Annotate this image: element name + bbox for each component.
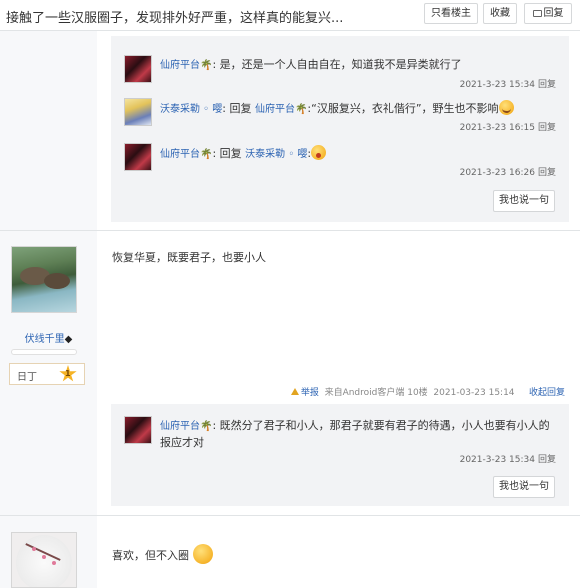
sub-reply-item: 仙府平台🌴: 回复 沃泰采勒 ◦ 嘤: 2021-3-23 16:26 回复 (124, 143, 556, 183)
post-content: 恢复华夏，既要君子，也要小人 (112, 251, 266, 264)
sub-reply-content: 是，还是一个人自由自在，知道我不是异类就行了 (219, 58, 462, 71)
palm-badge-icon: 🌴 (200, 60, 213, 71)
thread-page: 接触了一些汉服圈子，发现排外好严重，这样真的能复兴... 只看楼主 收藏 回复 … (0, 0, 580, 588)
sub-reply-text: 沃泰采勒 ◦ 嘤: 回复 仙府平台🌴:“汉服复兴，衣礼偕行”，野生也不影响 (160, 100, 556, 118)
palm-badge-icon: 🌴 (294, 104, 308, 115)
reply-button[interactable]: 回复 (524, 3, 572, 24)
avatar[interactable] (11, 532, 77, 588)
say-something-button[interactable]: 我也说一句 (493, 190, 555, 212)
sub-reply-item: 仙府平台🌴: 是，还是一个人自由自在，知道我不是异类就行了 2021-3-23 … (124, 55, 556, 95)
sub-reply-panel: 仙府平台🌴: 既然分了君子和小人，那君子就要有君子的待遇，小人也要有小人的报应才… (111, 404, 569, 506)
avatar[interactable] (124, 55, 152, 83)
post-source: 来自Android客户端 (324, 388, 405, 398)
sub-reply-reply-link[interactable]: 回复 (538, 168, 556, 178)
sub-reply-text: 仙府平台🌴: 既然分了君子和小人，那君子就要有君子的待遇，小人也要有小人的报应才… (160, 419, 550, 449)
warning-icon (290, 388, 299, 395)
sub-reply-reply-link[interactable]: 回复 (538, 455, 556, 465)
shy-emoji-icon (192, 544, 213, 564)
timestamp: 2021-3-23 16:26 (459, 168, 535, 178)
avatar[interactable] (124, 143, 152, 171)
sub-reply-meta: 2021-3-23 16:15 回复 (460, 120, 556, 133)
sub-reply-item: 沃泰采勒 ◦ 嘤: 回复 仙府平台🌴:“汉服复兴，衣礼偕行”，野生也不影响 20… (124, 98, 556, 138)
level-number: 1 (65, 369, 71, 378)
avatar[interactable] (124, 416, 152, 444)
favorite-button[interactable]: 收藏 (483, 3, 517, 24)
reply-prefix: 回复 (229, 102, 252, 115)
reply-target-link[interactable]: 仙府平台 (255, 104, 295, 115)
sub-reply-text: 仙府平台🌴: 回复 沃泰采勒 ◦ 嘤: (160, 145, 556, 163)
username-link[interactable]: 伏线千里 (25, 334, 65, 345)
username-link[interactable]: 仙府平台 (160, 149, 200, 160)
sub-reply-meta: 2021-3-23 16:26 回复 (460, 165, 556, 178)
level-name: 日丁 (17, 372, 37, 383)
post-content: 喜欢，但不入圈 (112, 544, 213, 564)
sub-reply-panel: 仙府平台🌴: 是，还是一个人自由自在，知道我不是异类就行了 2021-3-23 … (111, 36, 569, 222)
floor-divider (0, 515, 580, 516)
say-something-button[interactable]: 我也说一句 (493, 476, 555, 498)
thread-title: 接触了一些汉服圈子，发现排外好严重，这样真的能复兴... (6, 11, 344, 26)
author-name: 伏线千里◆ (0, 330, 97, 345)
floor-number: 10楼 (407, 388, 428, 398)
collapse-replies-link[interactable]: 收起回复 (529, 388, 565, 398)
sub-reply-content: 既然分了君子和小人，那君子就要有君子的待遇，小人也要有小人的报应才对 (160, 419, 550, 449)
username-link[interactable]: 沃泰采勒 ◦ 嘤 (160, 104, 222, 115)
username-link[interactable]: 仙府平台 (160, 60, 200, 71)
timestamp: 2021-3-23 15:34 (459, 80, 535, 90)
post-time: 2021-03-23 15:14 (433, 388, 515, 398)
sub-reply-meta: 2021-3-23 15:34 回复 (460, 452, 556, 465)
post-content-text: 喜欢，但不入圈 (112, 549, 189, 562)
post-tail: 举报 来自Android客户端 10楼 2021-03-23 15:14 收起回… (290, 385, 565, 398)
username-link[interactable]: 仙府平台 (160, 421, 200, 432)
report-link[interactable]: 举报 (301, 388, 319, 398)
reply-icon (532, 10, 542, 17)
thread-header-bar: 接触了一些汉服圈子，发现排外好严重，这样真的能复兴... 只看楼主 收藏 回复 (0, 0, 580, 31)
sub-reply-item: 仙府平台🌴: 既然分了君子和小人，那君子就要有君子的待遇，小人也要有小人的报应才… (124, 416, 556, 466)
surprised-emoji-icon (311, 145, 327, 160)
reply-prefix: 回复 (219, 147, 242, 160)
avatar[interactable] (124, 98, 152, 126)
level-badge[interactable]: 日丁 1 (9, 363, 85, 385)
diamond-badge-icon: ◆ (64, 334, 73, 345)
reply-target-link[interactable]: 沃泰采勒 ◦ 嘤 (245, 149, 307, 160)
sub-reply-reply-link[interactable]: 回复 (538, 123, 556, 133)
only-op-button[interactable]: 只看楼主 (424, 3, 478, 24)
palm-badge-icon: 🌴 (200, 421, 213, 432)
timestamp: 2021-3-23 15:34 (459, 455, 535, 465)
sub-reply-reply-link[interactable]: 回复 (538, 80, 556, 90)
level-progress-bar (11, 349, 77, 355)
floor-divider (0, 230, 580, 231)
sub-reply-meta: 2021-3-23 15:34 回复 (460, 77, 556, 90)
avatar[interactable] (11, 246, 77, 313)
timestamp: 2021-3-23 16:15 (459, 123, 535, 133)
sub-reply-text: 仙府平台🌴: 是，还是一个人自由自在，知道我不是异类就行了 (160, 58, 462, 71)
grin-emoji-icon (498, 100, 514, 115)
reply-button-label: 回复 (543, 8, 564, 19)
sub-reply-content: :“汉服复兴，衣礼偕行”，野生也不影响 (307, 102, 499, 115)
palm-badge-icon: 🌴 (200, 149, 213, 160)
